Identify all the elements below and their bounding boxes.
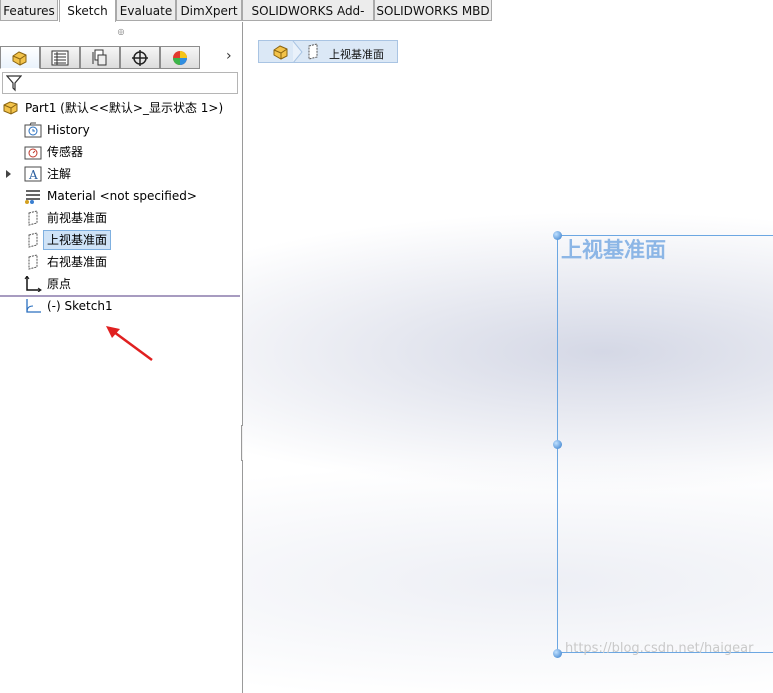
breadcrumb-separator-icon	[292, 41, 303, 63]
property-manager-icon	[51, 50, 69, 65]
tree-item-front-plane[interactable]: 前视基准面	[22, 207, 238, 229]
material-icon	[25, 190, 40, 204]
feature-manager-icon	[12, 50, 27, 66]
watermark: https://blog.csdn.net/haigear	[565, 641, 754, 656]
property-manager-tab[interactable]	[40, 46, 80, 69]
sensors-folder-icon	[24, 146, 42, 160]
tree-item-label: 注解	[47, 167, 72, 181]
plane-icon	[28, 232, 38, 248]
tree-item-right-plane[interactable]: 右视基准面	[22, 251, 238, 273]
tab-sketch[interactable]: Sketch	[59, 0, 116, 23]
graphics-area[interactable]: 上视基准面 上视基准面 https://blog.csdn.net/haigea…	[243, 22, 773, 693]
tab-dimxpert[interactable]: DimXpert	[176, 0, 242, 21]
plane-handle[interactable]	[553, 440, 562, 449]
feature-manager-tab[interactable]	[0, 46, 40, 69]
tree-item-annotations[interactable]: A 注解	[4, 163, 238, 185]
dimxpert-manager-tab[interactable]	[120, 46, 160, 69]
display-manager-icon	[173, 50, 187, 65]
breadcrumb-label: 上视基准面	[329, 48, 384, 61]
display-manager-tab[interactable]	[160, 46, 200, 69]
plane-label: 上视基准面	[561, 238, 666, 262]
filter-icon	[6, 75, 22, 92]
tree-item-history[interactable]: History	[22, 119, 238, 141]
command-manager-tabs: Features Sketch Evaluate DimXpert SOLIDW…	[0, 0, 773, 40]
plane-icon	[28, 210, 38, 226]
annotations-icon: A	[24, 166, 42, 182]
tree-item-material[interactable]: Material <not specified>	[22, 185, 238, 207]
tree-item-part[interactable]: Part1 (默认<<默认>_显示状态 1>)	[2, 97, 238, 119]
svg-text:A: A	[28, 168, 38, 182]
tree-item-label: 原点	[47, 277, 72, 291]
configuration-manager-tab[interactable]	[80, 46, 120, 69]
panel-grip[interactable]: ◎	[0, 22, 242, 42]
tree-item-sketch[interactable]: (-) Sketch1	[22, 295, 238, 317]
history-folder-icon	[24, 122, 42, 138]
feature-manager-panel: ◎ › Part1 (默认<<默认>_显示状态 1>) History 传感器 …	[0, 22, 243, 693]
tree-item-label: (-) Sketch1	[47, 299, 113, 313]
top-plane-preview[interactable]	[557, 235, 773, 653]
panel-tab-bar: ›	[0, 46, 242, 70]
annotation-arrow-icon	[106, 326, 153, 362]
tree-filter[interactable]	[2, 72, 238, 94]
tree-item-label: 上视基准面	[43, 230, 112, 250]
breadcrumb[interactable]: 上视基准面	[258, 40, 398, 63]
tree-item-label: 传感器	[47, 145, 84, 159]
plane-handle[interactable]	[553, 649, 562, 658]
tree-item-label: Part1 (默认<<默认>_显示状态 1>)	[25, 101, 224, 115]
tab-evaluate[interactable]: Evaluate	[116, 0, 176, 21]
tree-item-label: 右视基准面	[47, 255, 108, 269]
tab-mbd[interactable]: SOLIDWORKS MBD	[374, 0, 492, 21]
panel-next-button[interactable]: ›	[226, 48, 232, 64]
tree-item-top-plane[interactable]: 上视基准面	[22, 229, 238, 251]
tree-item-label: History	[47, 123, 90, 137]
tab-features[interactable]: Features	[0, 0, 58, 21]
plane-icon	[308, 43, 318, 60]
part-icon	[273, 45, 288, 60]
dimxpert-manager-icon	[132, 49, 148, 66]
configuration-manager-icon	[92, 49, 107, 65]
tree-item-origin[interactable]: 原点	[22, 273, 238, 295]
tree-item-label: Material <not specified>	[47, 189, 197, 203]
expand-arrow-icon[interactable]	[6, 170, 12, 178]
plane-icon	[28, 254, 38, 270]
tree-item-label: 前视基准面	[47, 211, 108, 225]
plane-handle[interactable]	[553, 231, 562, 240]
tree-item-sensors[interactable]: 传感器	[22, 141, 238, 163]
part-icon	[3, 101, 18, 115]
origin-icon	[24, 276, 42, 292]
tab-addins[interactable]: SOLIDWORKS Add-Ins	[242, 0, 374, 40]
sketch-icon	[26, 299, 41, 313]
